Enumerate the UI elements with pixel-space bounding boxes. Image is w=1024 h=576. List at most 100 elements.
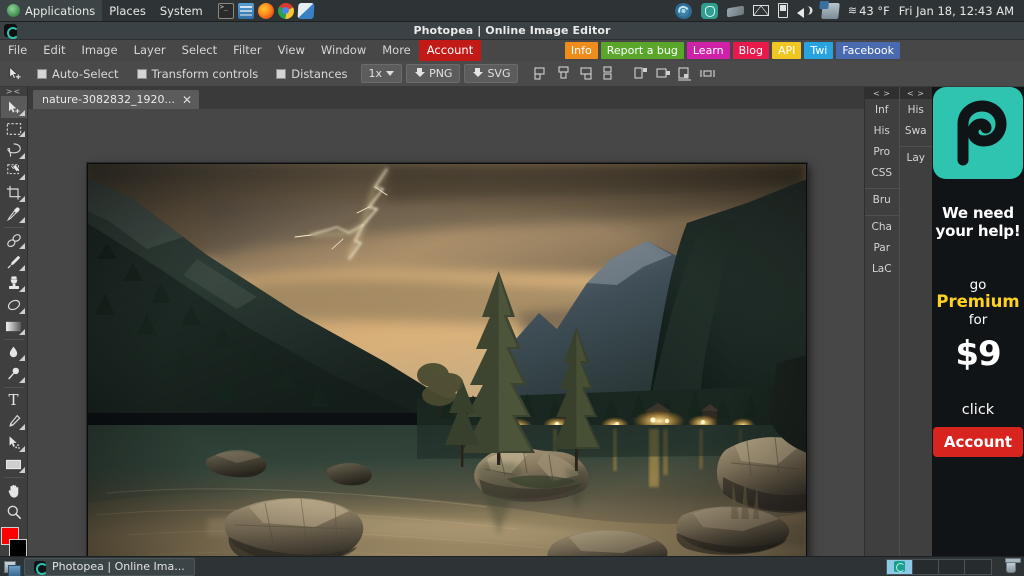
export-png-button[interactable]: PNG [406,64,460,83]
mail-icon[interactable] [753,5,769,16]
link-info[interactable]: Info [565,42,598,59]
menu-image[interactable]: Image [74,40,126,61]
link-blog[interactable]: Blog [733,42,769,59]
align-left-icon[interactable] [532,64,551,83]
menu-window[interactable]: Window [313,40,374,61]
usb-icon[interactable] [727,6,744,18]
zoom-level-select[interactable]: 1x [361,64,403,83]
tool-hand[interactable] [1,480,27,501]
panel-layer-comps[interactable]: LaC [865,258,899,279]
tool-clone-stamp[interactable] [1,273,27,294]
background-color-swatch[interactable] [9,539,27,557]
document-image[interactable] [87,163,807,556]
document-tab[interactable]: nature-3082832_1920... ✕ [33,90,199,109]
display-icon[interactable] [821,3,840,19]
trash-button[interactable] [1002,560,1024,573]
menu-edit[interactable]: Edit [35,40,73,61]
panel-brushes[interactable]: Bru [865,189,899,210]
menu-view[interactable]: View [270,40,313,61]
panel-histogram[interactable]: His [900,99,933,120]
tool-marquee[interactable] [1,118,27,139]
tool-crop[interactable] [1,182,27,203]
tool-lasso[interactable] [1,139,27,160]
move-tool-icon[interactable] [0,61,28,87]
link-learn[interactable]: Learn [687,42,730,59]
menu-file[interactable]: File [0,40,35,61]
photopea-app: File Edit Image Layer Select Filter View… [0,40,1024,556]
tool-eyedropper[interactable] [1,204,27,225]
tool-eraser[interactable] [1,294,27,315]
taskbar-window-photopea[interactable]: Photopea | Online Ima... [24,558,195,576]
transform-controls-checkbox[interactable]: Transform controls [128,67,268,81]
menu-layer[interactable]: Layer [126,40,174,61]
menu-more[interactable]: More [374,40,419,61]
weather-icon: ≋ [848,4,856,17]
panel-layers[interactable]: Lay [900,147,933,168]
tool-pen[interactable] [1,411,27,432]
tool-move[interactable] [1,96,27,117]
panel-character[interactable]: Cha [865,216,899,237]
tool-healing-brush[interactable] [1,230,27,251]
menu-account[interactable]: Account [419,40,481,61]
close-icon[interactable]: ✕ [182,94,192,106]
distribute-spacing-icon[interactable] [698,64,717,83]
distribute-right-icon[interactable] [676,64,695,83]
panel-css[interactable]: CSS [865,162,899,183]
toolbar-collapse-handle[interactable]: >< [0,87,28,96]
distribute-center-icon[interactable] [654,64,673,83]
workspace-3[interactable] [939,560,965,574]
tool-type[interactable]: T [1,389,27,410]
zoom-level-value: 1x [369,67,383,80]
tool-zoom[interactable] [1,501,27,522]
color-swatches[interactable] [1,527,27,556]
ad-account-button[interactable]: Account [933,427,1023,457]
volume-icon[interactable] [797,4,813,18]
tool-quick-selection[interactable] [1,161,27,182]
menu-filter[interactable]: Filter [225,40,269,61]
chrome-launcher-icon[interactable] [278,3,294,19]
align-right-icon[interactable] [576,64,595,83]
battery-icon[interactable] [778,3,788,18]
panel-paragraph[interactable]: Par [865,237,899,258]
tool-shape[interactable] [1,454,27,475]
auto-select-checkbox[interactable]: Auto-Select [28,67,128,81]
tool-path-selection[interactable] [1,432,27,453]
weather-indicator[interactable]: ≋ 43 °F [848,4,890,18]
canvas-area[interactable] [28,109,864,556]
workspace-2[interactable] [913,560,939,574]
photopea-link-buttons: Info Report a bug Learn Blog API Twi Fac… [565,40,1024,61]
thunderbird-launcher-icon[interactable] [297,3,314,19]
panel-swatches[interactable]: Swa [900,120,933,141]
distribute-left-icon[interactable] [632,64,651,83]
menu-system[interactable]: System [153,0,210,21]
link-twitter[interactable]: Twi [804,42,833,59]
workspace-1[interactable] [887,560,913,574]
terminal-launcher-icon[interactable] [218,3,234,19]
export-svg-button[interactable]: SVG [464,64,518,83]
tool-dodge[interactable] [1,363,27,384]
workspace-4[interactable] [965,560,991,574]
panel-history[interactable]: His [865,120,899,141]
tool-gradient[interactable] [1,316,27,337]
shield-icon[interactable] [701,3,718,19]
menu-applications[interactable]: Applications [0,0,102,21]
tool-blur[interactable] [1,342,27,363]
panel-info[interactable]: Inf [865,99,899,120]
clock[interactable]: Fri Jan 18, 12:43 AM [899,4,1014,18]
link-report-a-bug[interactable]: Report a bug [601,42,684,59]
distances-checkbox[interactable]: Distances [267,67,356,81]
align-top-icon[interactable] [598,64,617,83]
panel-column-2-collapse[interactable]: < > [900,87,933,99]
link-facebook[interactable]: Facebook [836,42,900,59]
align-center-horizontal-icon[interactable] [554,64,573,83]
menu-places[interactable]: Places [102,0,153,21]
network-swirl-icon[interactable] [673,0,694,21]
show-desktop-button[interactable] [0,557,19,576]
tool-brush[interactable] [1,251,27,272]
panel-column-1-collapse[interactable]: < > [865,87,899,99]
firefox-launcher-icon[interactable] [258,3,274,19]
files-launcher-icon[interactable] [238,3,254,19]
panel-properties[interactable]: Pro [865,141,899,162]
link-api[interactable]: API [772,42,801,59]
menu-select[interactable]: Select [174,40,225,61]
